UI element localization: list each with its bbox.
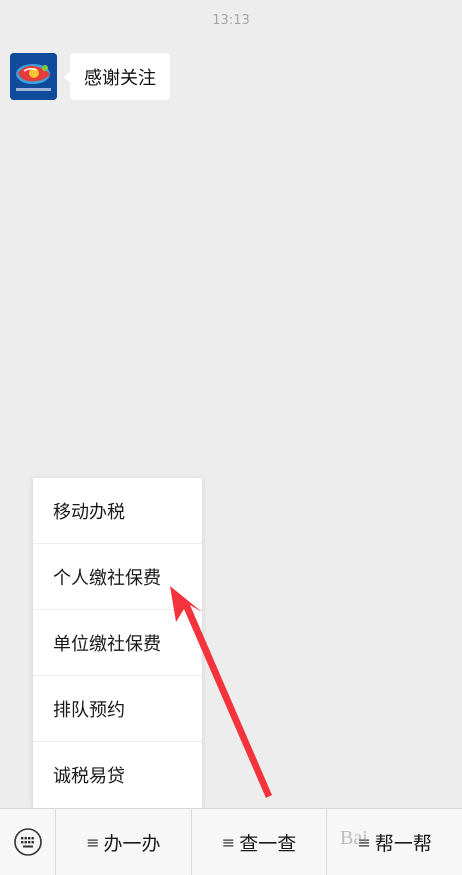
menu-lines-icon: ≡	[86, 832, 100, 852]
chat-message-bubble: 感谢关注	[64, 53, 170, 100]
submenu-popup: 移动办税 个人缴社保费 单位缴社保费 排队预约 诚税易贷	[33, 478, 202, 808]
menu-button-check[interactable]: ≡ 查一查	[192, 809, 328, 875]
menu-button-do[interactable]: ≡ 办一办	[56, 809, 192, 875]
tax-logo-icon	[10, 53, 57, 100]
submenu-item-mobile-tax[interactable]: 移动办税	[33, 478, 202, 544]
submenu-item-company-social-insurance[interactable]: 单位缴社保费	[33, 610, 202, 676]
keyboard-toggle-button[interactable]	[0, 809, 56, 875]
chat-message-text: 感谢关注	[84, 67, 156, 89]
bottom-menu-bar: ≡ 办一办 ≡ 查一查 ≡ 帮一帮	[0, 808, 462, 875]
submenu-item-personal-social-insurance[interactable]: 个人缴社保费	[33, 544, 202, 610]
menu-button-label: 帮一帮	[374, 832, 432, 855]
submenu-item-tax-loan[interactable]: 诚税易贷	[33, 742, 202, 808]
submenu-item-queue-booking[interactable]: 排队预约	[33, 676, 202, 742]
menu-button-label: 办一办	[103, 832, 161, 855]
chat-timestamp: 13:13	[212, 13, 250, 28]
watermark: Bai	[340, 827, 368, 849]
menu-button-label: 查一查	[239, 832, 297, 855]
keyboard-icon	[13, 828, 42, 856]
account-avatar[interactable]	[10, 53, 57, 100]
menu-lines-icon: ≡	[221, 832, 236, 852]
